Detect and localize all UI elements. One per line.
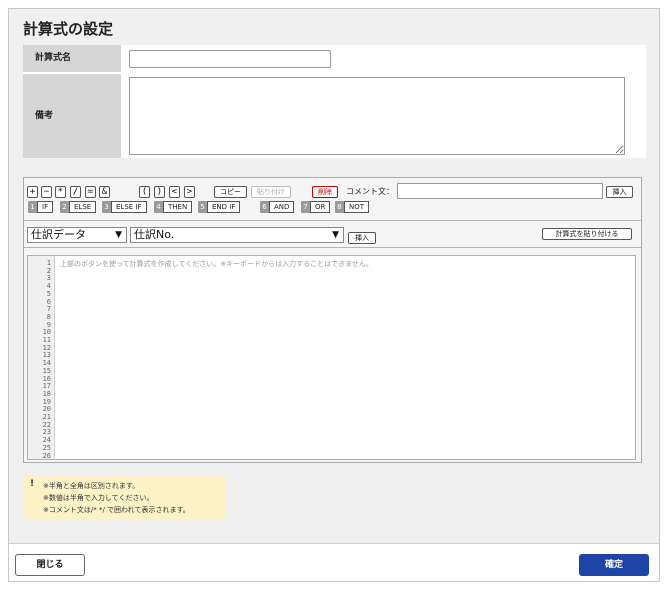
keyword-not-button[interactable]: 8 NOT [335, 201, 370, 213]
comment-input[interactable] [397, 183, 603, 199]
copy-button[interactable]: コピー [214, 186, 247, 198]
notice-box: ! ※半角と全角は区別されます。 ※数値は半角で入力してください。 ※コメント文… [23, 475, 225, 519]
formula-name-input[interactable] [129, 50, 331, 68]
chevron-down-icon: ▼ [115, 230, 122, 240]
field-value: 仕訳No. [134, 228, 175, 241]
keyword-label: NOT [344, 201, 370, 213]
keyword-end-if-button[interactable]: 5 END IF [198, 201, 241, 213]
notice-line: ※数値は半角で入力してください。 [43, 494, 154, 502]
comment-insert-button[interactable]: 挿入 [606, 186, 633, 198]
field-select[interactable]: 仕訳No. ▼ [130, 227, 344, 243]
line-number: 26 [42, 451, 51, 460]
paste-button[interactable]: 貼り付け [251, 186, 291, 198]
equals-button[interactable]: = [85, 186, 96, 198]
minus-button[interactable]: − [41, 186, 52, 198]
formula-name-label: 計算式名 [23, 45, 121, 72]
keyword-if-button[interactable]: 1 IF [28, 201, 54, 213]
formula-code-area[interactable]: 1 2 3 4 5 6 7 8 9 10 11 12 13 14 15 16 17 18 19 20 21 22 23 24 2… [27, 255, 636, 460]
keyword-number: 7 [301, 201, 310, 213]
data-source-value: 仕訳データ [31, 228, 86, 241]
code-placeholder: 上部のボタンを使って計算式を作成してください。※キーボードからは入力することはで… [60, 260, 373, 268]
ampersand-button[interactable]: & [99, 186, 110, 198]
keyword-label: ELSE IF [111, 201, 147, 213]
plus-button[interactable]: + [27, 186, 38, 198]
keyword-and-button[interactable]: 6 AND [260, 201, 295, 213]
line-number-gutter: 1 2 3 4 5 6 7 8 9 10 11 12 13 14 15 16 17 18 19 20 21 22 23 24 2… [28, 256, 55, 460]
keyword-label: IF [37, 201, 54, 213]
notice-line: ※コメント文は/* */ で囲われて表示されます。 [43, 506, 190, 514]
notice-line: ※半角と全角は区別されます。 [43, 482, 140, 490]
close-button[interactable]: 閉じる [15, 554, 85, 576]
delete-button[interactable]: 削除 [312, 186, 338, 198]
chevron-down-icon: ▼ [332, 230, 339, 240]
keyword-number: 4 [154, 201, 163, 213]
keyword-number: 6 [260, 201, 269, 213]
keyword-number: 5 [198, 201, 207, 213]
keyword-label: END IF [207, 201, 241, 213]
multiply-button[interactable]: * [55, 186, 66, 198]
comment-label: コメント文： [346, 187, 394, 196]
keyword-number: 8 [335, 201, 344, 213]
keyword-then-button[interactable]: 4 THEN [154, 201, 193, 213]
editor-toolbar: + − * / = & ( ) < > コピー 貼り付け 削除 コメント文： 挿… [24, 178, 641, 221]
greater-than-button[interactable]: > [184, 186, 195, 198]
warning-icon: ! [30, 479, 35, 489]
divide-button[interactable]: / [70, 186, 81, 198]
note-label: 備考 [23, 74, 121, 158]
keyword-else-if-button[interactable]: 3 ELSE IF [102, 201, 147, 213]
data-source-select[interactable]: 仕訳データ ▼ [27, 227, 127, 243]
keyword-number: 3 [102, 201, 111, 213]
dialog-title: 計算式の設定 [23, 20, 114, 38]
keyword-label: AND [269, 201, 295, 213]
keyword-label: OR [310, 201, 331, 213]
keyword-label: ELSE [69, 201, 97, 213]
note-textarea[interactable] [129, 77, 625, 155]
field-insert-button[interactable]: 挿入 [348, 232, 376, 244]
confirm-button[interactable]: 確定 [579, 554, 649, 576]
keyword-number: 1 [28, 201, 37, 213]
formula-settings-dialog: 計算式の設定 計算式名 備考 + − * / = & ( ) < > コピー 貼… [8, 8, 660, 582]
keyword-label: THEN [163, 201, 193, 213]
dialog-footer: 閉じる 確定 [9, 543, 659, 581]
formula-form: 計算式名 備考 [23, 45, 646, 158]
open-paren-button[interactable]: ( [139, 186, 150, 198]
keyword-or-button[interactable]: 7 OR [301, 201, 331, 213]
formula-editor: + − * / = & ( ) < > コピー 貼り付け 削除 コメント文： 挿… [23, 177, 642, 463]
keyword-number: 2 [60, 201, 69, 213]
field-selector-bar: 仕訳データ ▼ 仕訳No. ▼ 挿入 計算式を貼り付ける [24, 222, 641, 248]
keyword-else-button[interactable]: 2 ELSE [60, 201, 97, 213]
close-paren-button[interactable]: ) [154, 186, 165, 198]
paste-formula-button[interactable]: 計算式を貼り付ける [542, 228, 632, 240]
less-than-button[interactable]: < [169, 186, 180, 198]
